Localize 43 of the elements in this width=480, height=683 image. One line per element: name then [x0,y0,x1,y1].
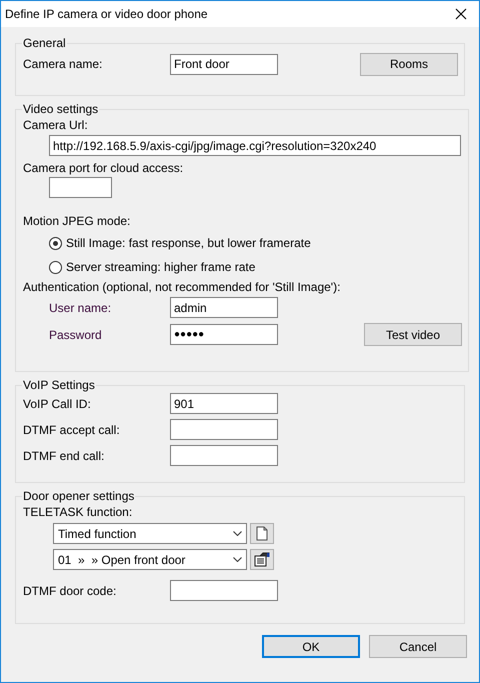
close-icon[interactable] [455,8,467,20]
group-title: General [22,36,67,50]
field-label: Authentication (optional, not recommended for 'Still Image'): [23,280,342,294]
camera-name-field[interactable]: Front door [170,54,278,74]
group-title: Video settings [22,102,100,116]
dropdown[interactable]: Timed function [53,523,247,544]
cancel-button[interactable]: Cancel [369,635,467,658]
user-name-field[interactable]: admin [170,297,278,318]
field-label: Camera Url: [23,118,89,132]
icon-button[interactable] [250,549,274,570]
rooms-button[interactable]: Rooms [360,52,458,76]
text-field[interactable] [170,445,278,466]
radio-button[interactable] [49,260,62,274]
field-label: VoIP Call ID: [23,396,92,410]
radio-button[interactable] [49,236,62,250]
dropdown[interactable]: 01 » » Open front door [53,549,247,570]
field-label: Password [49,328,103,342]
radio-label[interactable]: Still Image: fast response, but lower framerate [66,236,311,250]
port-field[interactable] [49,177,112,198]
field-label: DTMF accept call: [23,422,121,436]
field-label: DTMF door code: [23,584,118,598]
properties-icon [254,552,270,567]
field-label: Motion JPEG mode: [23,214,132,228]
text-field[interactable]: 901 [170,393,278,414]
password-field[interactable]: ●●●●● [170,324,278,345]
field-label: DTMF end call: [23,448,106,462]
window-title: Define IP camera or video door phone [5,7,208,21]
text-field[interactable] [170,419,278,440]
test-video-button[interactable]: Test video [364,323,462,346]
radio-label[interactable]: Server streaming: higher frame rate [66,260,256,274]
door-code-field[interactable] [170,580,278,601]
field-label: Camera port for cloud access: [23,161,184,175]
field-label: TELETASK function: [23,505,134,519]
ok-button[interactable]: OK [262,635,360,658]
icon-button[interactable] [250,523,274,544]
document-icon [256,526,268,541]
field-label: Camera name: [23,57,104,71]
group-title: Door opener settings [22,489,136,503]
camera-url-field[interactable]: http://192.168.5.9/axis-cgi/jpg/image.cgi?resolution=320x240 [49,135,461,156]
field-label: User name: [49,300,112,314]
chevron-down-icon [233,531,242,536]
group-title: VoIP Settings [22,378,96,392]
chevron-down-icon [233,557,242,562]
